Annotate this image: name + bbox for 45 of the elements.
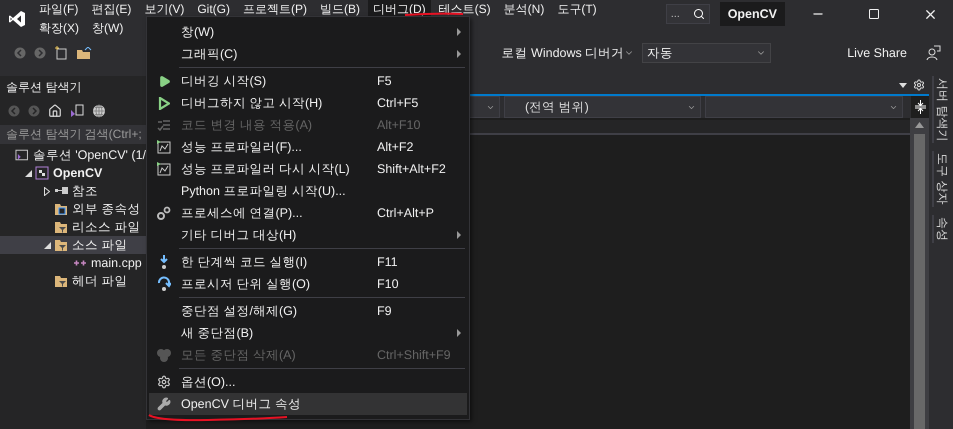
scope-dropdown[interactable]: (전역 범위) <box>504 96 701 118</box>
tree-item[interactable]: 솔루션 'OpenCV' (1/ <box>0 146 146 164</box>
debugger-selector[interactable]: 로컬 Windows 디버거 <box>502 44 624 62</box>
menu-item[interactable]: 기타 디버그 대상(H) <box>149 224 467 246</box>
menu-item[interactable]: 디버깅 시작(S) F5 <box>149 70 467 92</box>
menu-item[interactable]: 디버그하지 않고 시작(H) Ctrl+F5 <box>149 92 467 114</box>
menu-item[interactable]: 빌드(B) <box>315 0 365 19</box>
tree-item[interactable]: 외부 종속성 <box>0 200 146 218</box>
menu-item[interactable]: 프로시저 단위 실행(O) F10 <box>149 273 467 295</box>
menu-item[interactable]: 성능 프로파일러 다시 시작(L) Shift+Alt+F2 <box>149 158 467 180</box>
side-tab[interactable]: 속성 <box>932 214 950 243</box>
tree-item[interactable]: main.cpp <box>0 254 146 272</box>
menu-item[interactable]: Git(G) <box>192 0 235 19</box>
tree-item[interactable]: 리소스 파일 <box>0 218 146 236</box>
menu-item[interactable]: 창(W) <box>87 19 128 38</box>
live-share-button[interactable]: Live Share <box>841 45 913 61</box>
menu-item[interactable]: 중단점 설정/해제(G) F9 <box>149 300 467 322</box>
side-tab[interactable]: 도구 상자 <box>932 151 950 207</box>
search-placeholder: ... <box>670 8 680 20</box>
panel-title: 솔루션 탐색기 <box>5 79 82 96</box>
menu-item[interactable]: OpenCV 디버그 속성 <box>149 393 467 415</box>
menu-item[interactable]: 프로세스에 연결(P)... Ctrl+Alt+P <box>149 202 467 224</box>
menu-item[interactable]: 한 단계씩 코드 실행(I) F11 <box>149 251 467 273</box>
search-field[interactable]: ... <box>666 4 710 24</box>
solution-name: OpenCV <box>720 2 785 26</box>
menu-item[interactable]: 프로젝트(P) <box>238 0 312 19</box>
menu-item[interactable]: 그래픽(C) <box>149 43 467 65</box>
tree-item[interactable]: OpenCV <box>0 164 146 182</box>
side-tab[interactable]: 서버 탐색기 <box>932 76 950 144</box>
menu-item[interactable]: 확장(X) <box>34 19 84 38</box>
menu-item[interactable]: 옵션(O)... <box>149 371 467 393</box>
menu-item[interactable]: 분석(N) <box>498 0 550 19</box>
menu-item[interactable]: 창(W) <box>149 21 467 43</box>
menu-item[interactable]: 도구(T) <box>552 0 602 19</box>
menu-item[interactable]: 파일(F) <box>34 0 84 19</box>
menu-item[interactable]: 성능 프로파일러(F)... Alt+F2 <box>149 136 467 158</box>
menu-item[interactable]: 편집(E) <box>86 0 136 19</box>
configuration-dropdown[interactable]: 자동 <box>642 43 772 63</box>
menu-item[interactable]: 보기(V) <box>139 0 190 19</box>
tree-item[interactable]: 헤더 파일 <box>0 272 146 290</box>
tree-item[interactable]: 소스 파일 <box>0 236 146 254</box>
menu-item[interactable]: Python 프로파일링 시작(U)... <box>149 180 467 202</box>
menu-item[interactable]: 새 중단점(B) <box>149 322 467 344</box>
search-field[interactable]: 솔루션 탐색기 검색(Ctrl+; <box>0 125 146 144</box>
tree-item[interactable]: 참조 <box>0 182 146 200</box>
